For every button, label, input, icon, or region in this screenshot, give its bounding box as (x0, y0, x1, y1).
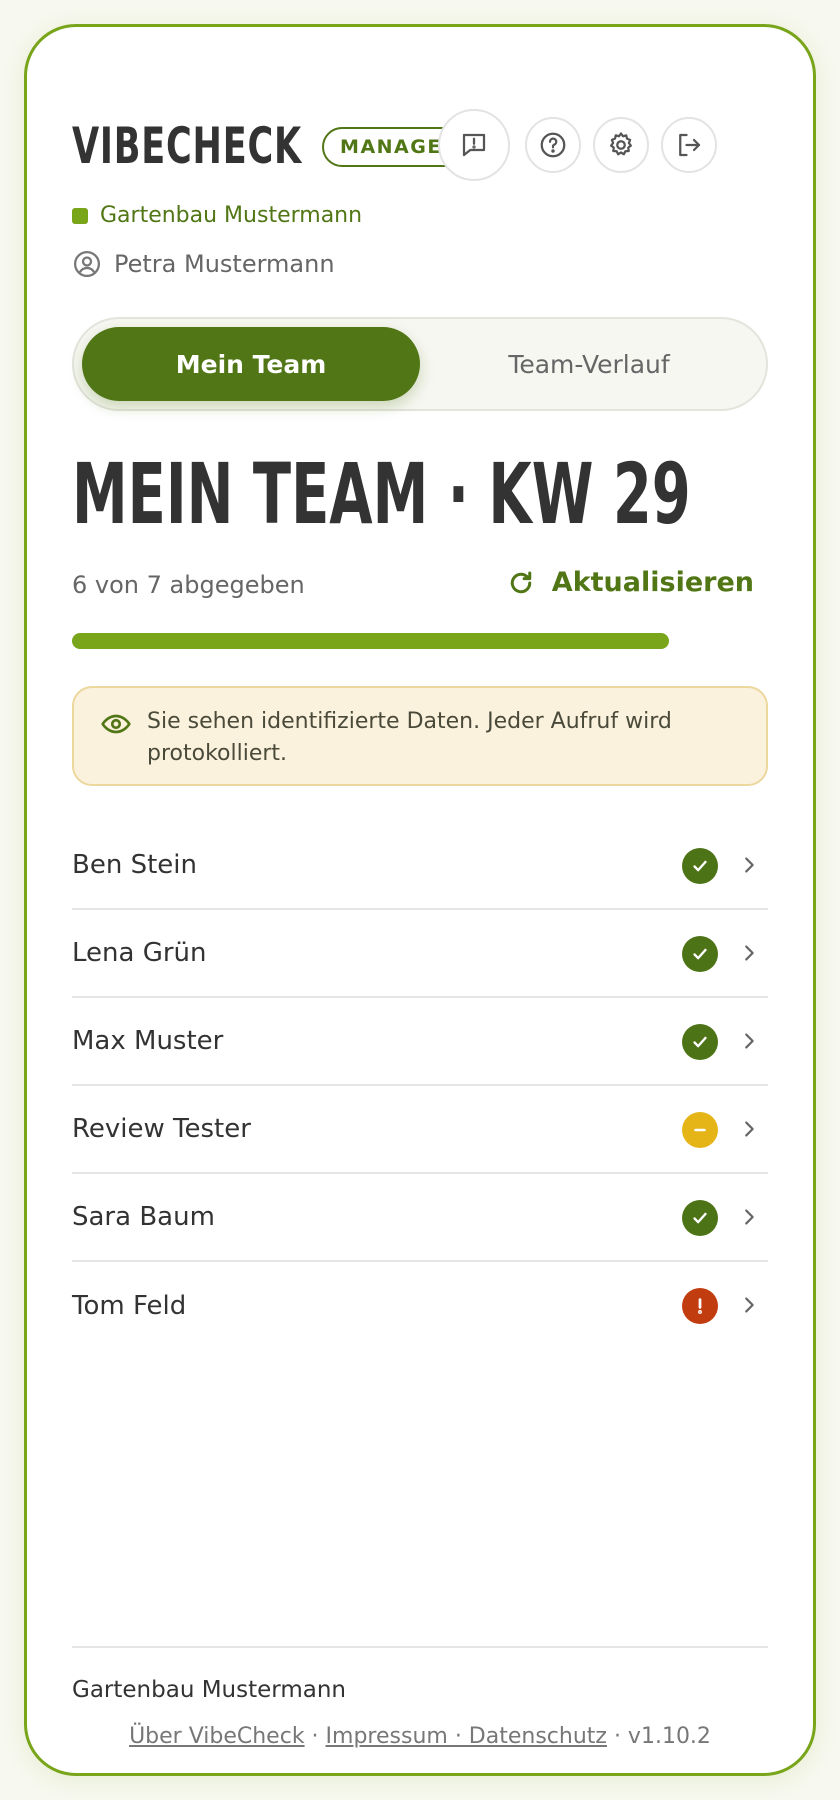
user-icon (74, 251, 100, 277)
member-name: Max Muster (72, 1026, 224, 1056)
progress-bar (72, 633, 768, 649)
chevron-right-icon (745, 945, 754, 961)
member-name: Review Tester (72, 1114, 251, 1144)
about-link[interactable]: Über VibeCheck (129, 1724, 305, 1749)
refresh-icon (510, 571, 532, 593)
settings-icon (610, 132, 632, 156)
org-name: Gartenbau Mustermann (100, 203, 363, 228)
privacy-notice: Sie sehen identifizierte Daten. Jeder Au… (72, 686, 768, 786)
feedback-icon (462, 133, 486, 157)
member-row[interactable]: Max Muster (72, 998, 768, 1086)
chevron-right-icon (745, 1033, 754, 1049)
help-button[interactable] (525, 117, 581, 173)
member-name: Tom Feld (72, 1291, 187, 1321)
member-list: Ben Stein Lena Grün Max Muster Review Teste… (72, 822, 768, 1350)
tab-team-verlauf[interactable]: Team-Verlauf (420, 327, 758, 401)
tab-bar: Mein Team Team-Verlauf (72, 317, 768, 411)
app-version: · v1.10.2 (606, 1724, 711, 1749)
app-logo: VIBECHECK (72, 117, 302, 175)
progress-bar-fill (72, 633, 669, 649)
user-info: Petra Mustermann (72, 249, 335, 279)
footer-divider (72, 1646, 768, 1648)
member-row[interactable]: Ben Stein (72, 822, 768, 910)
chevron-right-icon (745, 1121, 754, 1137)
footer-org-name: Gartenbau Mustermann (72, 1677, 346, 1703)
tab-mein-team[interactable]: Mein Team (82, 327, 420, 401)
notice-text: Sie sehen identifizierte Daten. Jeder Au… (147, 709, 672, 766)
org-dot-icon (72, 207, 88, 224)
status-minus-icon (682, 1112, 718, 1148)
progress-text: 6 von 7 abgegeben (72, 571, 305, 599)
member-row[interactable]: Review Tester (72, 1086, 768, 1174)
member-name: Ben Stein (72, 850, 197, 880)
status-check-icon (682, 848, 718, 884)
member-row[interactable]: Lena Grün (72, 910, 768, 998)
feedback-button[interactable] (438, 109, 510, 181)
chevron-right-icon (745, 857, 754, 873)
help-icon (540, 132, 566, 158)
app-card: VIBECHECK MANAGER Gartenbau Mustermann P… (24, 24, 816, 1776)
settings-button[interactable] (593, 117, 649, 173)
header: VIBECHECK MANAGER (72, 89, 768, 189)
status-check-icon (682, 1024, 718, 1060)
chevron-right-icon (745, 1297, 754, 1313)
status-exclamation-icon (682, 1288, 718, 1324)
status-check-icon (682, 1200, 718, 1236)
imprint-privacy-link[interactable]: Impressum · Datenschutz (326, 1724, 607, 1749)
member-name: Lena Grün (72, 938, 207, 968)
refresh-label: Aktualisieren (551, 567, 754, 598)
footer-links: Über VibeCheck · Impressum · Datenschutz… (72, 1724, 768, 1749)
status-check-icon (682, 936, 718, 972)
member-name: Sara Baum (72, 1202, 215, 1232)
logout-button[interactable] (661, 117, 717, 173)
eye-icon (101, 714, 131, 734)
user-name: Petra Mustermann (114, 250, 335, 278)
logout-icon (679, 133, 701, 157)
org-info: Gartenbau Mustermann (72, 203, 362, 228)
member-row[interactable]: Tom Feld (72, 1262, 768, 1350)
page-title: MEIN TEAM · KW 29 (72, 445, 691, 543)
footer-separator: · (304, 1724, 326, 1749)
member-row[interactable]: Sara Baum (72, 1174, 768, 1262)
refresh-button[interactable]: Aktualisieren (506, 567, 754, 598)
chevron-right-icon (745, 1209, 754, 1225)
